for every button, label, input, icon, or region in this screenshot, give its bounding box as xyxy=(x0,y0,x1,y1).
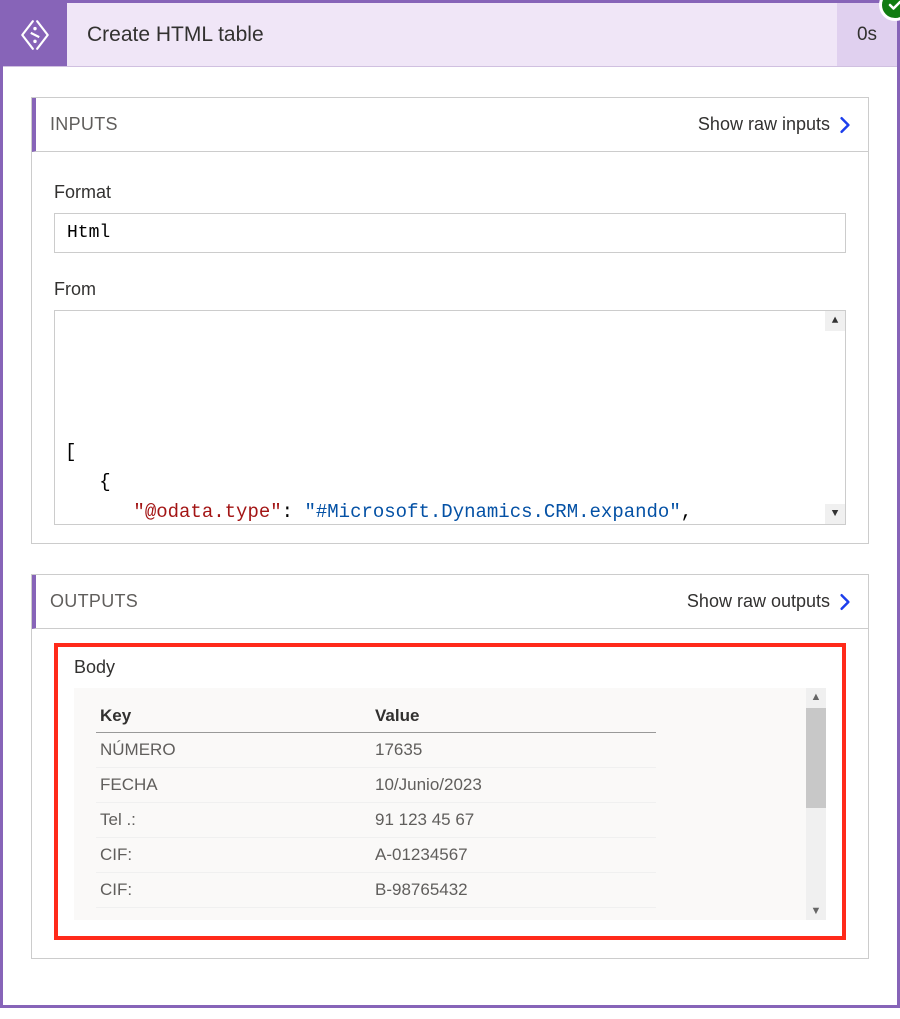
data-operations-icon xyxy=(3,3,67,66)
body-label: Body xyxy=(74,657,826,678)
action-header: Create HTML table 0s xyxy=(3,3,897,67)
table-header-key: Key xyxy=(96,700,371,733)
scroll-down-button[interactable]: ▼ xyxy=(806,902,826,920)
json-line: "@odata.type": "#Microsoft.Dynamics.CRM.… xyxy=(65,497,835,525)
body-output-viewer: Key Value NÚMERO17635FECHA10/Junio/2023T… xyxy=(74,688,826,920)
table-row: Tel .:91 123 45 67 xyxy=(96,803,656,838)
inputs-card-header: INPUTS Show raw inputs xyxy=(32,98,868,152)
table-row: CIF:A-01234567 xyxy=(96,838,656,873)
chevron-right-icon xyxy=(836,116,854,134)
show-raw-inputs-label: Show raw inputs xyxy=(698,114,830,135)
outputs-card: OUTPUTS Show raw outputs Body Key Value xyxy=(31,574,869,959)
scrollbar-thumb[interactable] xyxy=(806,708,826,808)
table-cell-value: B-98765432 xyxy=(371,873,656,908)
table-cell-value: A-01234567 xyxy=(371,838,656,873)
json-line: { xyxy=(65,467,835,497)
outputs-title: OUTPUTS xyxy=(50,591,138,612)
show-raw-inputs-link[interactable]: Show raw inputs xyxy=(698,114,854,135)
show-raw-outputs-label: Show raw outputs xyxy=(687,591,830,612)
vertical-scrollbar[interactable]: ▲ ▼ xyxy=(806,688,826,920)
outputs-card-header: OUTPUTS Show raw outputs xyxy=(32,575,868,629)
inputs-title: INPUTS xyxy=(50,114,118,135)
table-row: NÚMERO17635 xyxy=(96,733,656,768)
inputs-card: INPUTS Show raw inputs Format Html From … xyxy=(31,97,869,544)
table-cell-value: 17635 xyxy=(371,733,656,768)
from-json-viewer[interactable]: ▲ ▼ [ { "@odata.type": "#Microsoft.Dynam… xyxy=(54,310,846,525)
scroll-down-button[interactable]: ▼ xyxy=(825,504,845,524)
action-title: Create HTML table xyxy=(67,3,837,66)
table-row: CIF:B-98765432 xyxy=(96,873,656,908)
table-cell-value: 10/Junio/2023 xyxy=(371,768,656,803)
scroll-up-button[interactable]: ▲ xyxy=(806,688,826,706)
chevron-right-icon xyxy=(836,593,854,611)
from-label: From xyxy=(54,279,846,300)
output-html-table: Key Value NÚMERO17635FECHA10/Junio/2023T… xyxy=(96,700,656,908)
table-cell-key: CIF: xyxy=(96,838,371,873)
format-value: Html xyxy=(54,213,846,253)
table-cell-key: Tel .: xyxy=(96,803,371,838)
table-cell-key: NÚMERO xyxy=(96,733,371,768)
highlighted-output-region: Body Key Value NÚMERO17635FECHA10/Junio/… xyxy=(54,643,846,940)
show-raw-outputs-link[interactable]: Show raw outputs xyxy=(687,591,854,612)
json-line: [ xyxy=(65,437,835,467)
format-label: Format xyxy=(54,182,846,203)
scroll-up-button[interactable]: ▲ xyxy=(825,311,845,331)
table-cell-key: CIF: xyxy=(96,873,371,908)
table-cell-value: 91 123 45 67 xyxy=(371,803,656,838)
table-cell-key: FECHA xyxy=(96,768,371,803)
table-row: FECHA10/Junio/2023 xyxy=(96,768,656,803)
table-header-value: Value xyxy=(371,700,656,733)
